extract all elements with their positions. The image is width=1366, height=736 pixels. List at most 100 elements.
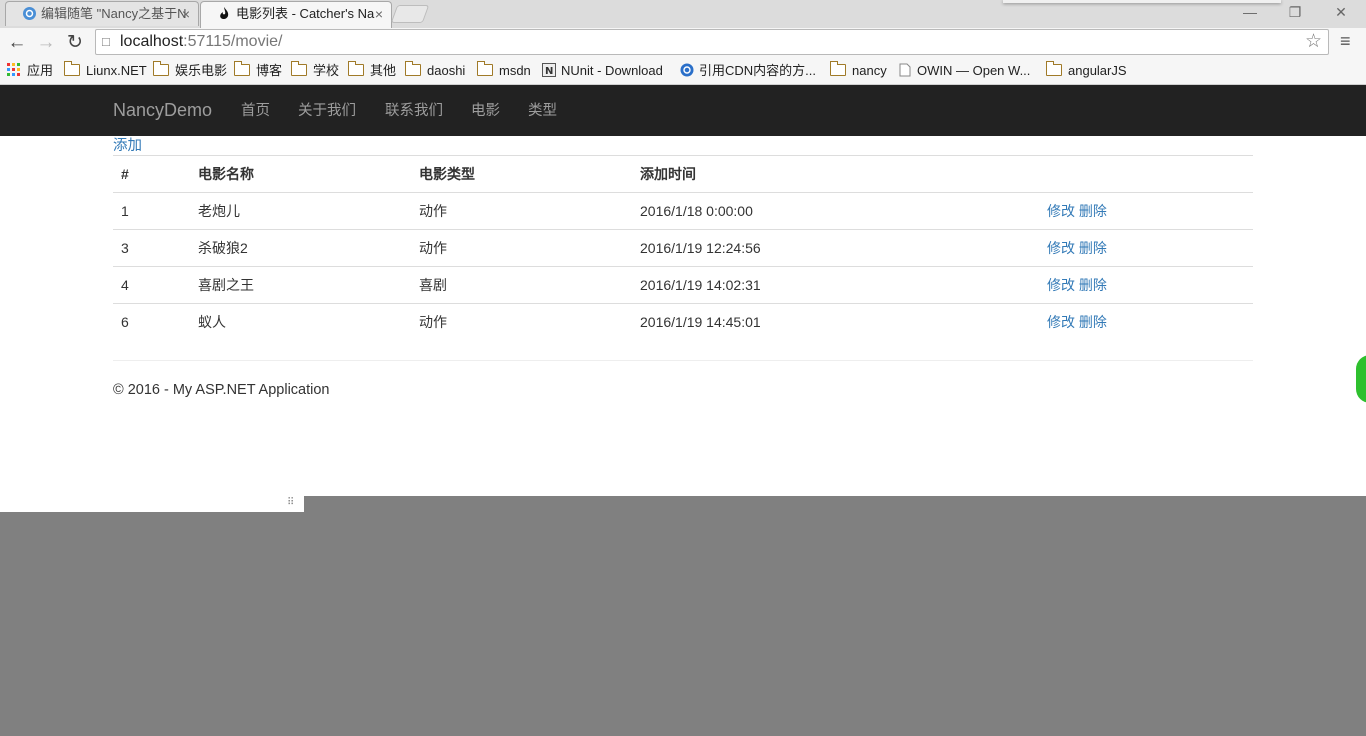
delete-link[interactable]: 删除 (1079, 314, 1107, 330)
site-brand[interactable]: NancyDemo (113, 100, 212, 120)
edit-link[interactable]: 修改 (1047, 277, 1075, 293)
bookmark-nunit[interactable]: N NUnit - Download (542, 62, 663, 79)
floating-widget[interactable] (1356, 355, 1366, 403)
restore-icon[interactable]: ❐ (1281, 4, 1309, 21)
table-row: 4 喜剧之王 喜剧 2016/1/19 14:02:31 修改 删除 (113, 266, 1253, 304)
bookmark-owin[interactable]: OWIN — Open W... (898, 62, 1030, 79)
footer-divider (113, 360, 1253, 361)
bookmark-msdn[interactable]: msdn (477, 61, 531, 79)
cell-id: 1 (113, 192, 190, 230)
cell-actions: 修改 删除 (1039, 266, 1253, 304)
folder-icon (153, 61, 169, 76)
bookmark-school[interactable]: 学校 (291, 61, 339, 79)
nav-contact[interactable]: 联系我们 (385, 101, 443, 121)
cell-id: 4 (113, 266, 190, 304)
cell-type: 动作 (411, 229, 632, 267)
reload-icon[interactable]: ↻ (63, 31, 87, 55)
bookmark-angularjs[interactable]: angularJS (1046, 61, 1127, 79)
folder-icon (830, 61, 846, 76)
page-content: NancyDemo 首页 关于我们 联系我们 电影 类型 添加 # 电影名称 电… (0, 85, 1366, 496)
bookmarks-bar: 应用 Liunx.NET 娱乐电影 博客 学校 其他 daoshi msdn N… (0, 58, 1366, 85)
table-row: 3 杀破狼2 动作 2016/1/19 12:24:56 修改 删除 (113, 229, 1253, 267)
delete-link[interactable]: 删除 (1079, 203, 1107, 219)
bookmark-entertainment[interactable]: 娱乐电影 (153, 61, 227, 79)
bookmark-cdn[interactable]: 引用CDN内容的方... (680, 62, 816, 79)
bookmark-star-icon[interactable]: ☆ (1305, 31, 1322, 53)
close-icon[interactable]: × (375, 2, 383, 26)
folder-icon (1046, 61, 1062, 76)
tab-movie-list[interactable]: 电影列表 - Catcher's Na × (200, 1, 392, 28)
folder-icon (348, 61, 364, 76)
edit-link[interactable]: 修改 (1047, 240, 1075, 256)
edit-link[interactable]: 修改 (1047, 314, 1075, 330)
new-tab-button[interactable] (390, 5, 430, 23)
cell-type: 动作 (419, 314, 447, 330)
cell-id: 3 (113, 229, 190, 267)
tab-edit-post[interactable]: 编辑随笔 "Nancy之基于N × (5, 1, 199, 26)
cell-time: 2016/1/19 14:02:31 (632, 266, 1039, 304)
cell-time: 2016/1/18 0:00:00 (632, 192, 1039, 230)
bookmark-daoshi[interactable]: daoshi (405, 61, 465, 79)
cell-time: 2016/1/19 14:45:01 (640, 314, 761, 330)
tab-title: 编辑随笔 "Nancy之基于N (41, 6, 187, 21)
nav-types[interactable]: 类型 (528, 101, 557, 121)
cell-type: 喜剧 (411, 266, 632, 304)
cell-type: 动作 (411, 192, 632, 230)
nav-movies[interactable]: 电影 (471, 101, 500, 121)
forward-icon[interactable]: → (34, 31, 58, 55)
back-icon[interactable]: ← (5, 31, 29, 55)
resize-grip-icon[interactable]: ⠿ (287, 497, 294, 508)
cell-name: 喜剧之王 (190, 266, 411, 304)
header-id: # (113, 155, 190, 193)
menu-icon[interactable]: ≡ (1340, 31, 1351, 52)
bookmark-blog[interactable]: 博客 (234, 61, 282, 79)
table-row: 1 老炮儿 动作 2016/1/18 0:00:00 修改 删除 (113, 192, 1253, 230)
header-type: 电影类型 (411, 155, 632, 193)
folder-icon (291, 61, 307, 76)
header-actions (1039, 155, 1253, 193)
cell-actions: 修改 删除 (1039, 192, 1253, 230)
minimize-icon[interactable]: — (1236, 4, 1264, 20)
delete-link[interactable]: 删除 (1079, 240, 1107, 256)
window-close-icon[interactable]: ✕ (1327, 4, 1355, 21)
site-navbar: NancyDemo 首页 关于我们 联系我们 电影 类型 (0, 85, 1366, 136)
close-icon[interactable]: × (182, 2, 190, 26)
flame-icon (217, 5, 232, 20)
add-movie-link[interactable]: 添加 (113, 136, 142, 156)
cell-time: 2016/1/19 12:24:56 (632, 229, 1039, 267)
folder-icon (234, 61, 250, 76)
resize-area: ⠿ (0, 496, 304, 512)
bookmark-linux-net[interactable]: Liunx.NET (64, 61, 147, 79)
bookmark-other[interactable]: 其他 (348, 61, 396, 79)
movie-table: # 电影名称 电影类型 添加时间 1 老炮儿 动作 2016/1/18 0:00… (113, 155, 1253, 340)
folder-icon (405, 61, 421, 76)
cell-id: 6 (121, 314, 129, 330)
folder-icon (64, 61, 80, 76)
popup-edge (1003, 0, 1281, 3)
bookmark-nancy[interactable]: nancy (830, 61, 887, 79)
browser-toolbar: ← → ↻ □ localhost:57115/movie/ ☆ ≡ (0, 28, 1366, 58)
header-time: 添加时间 (632, 155, 1039, 193)
tab-strip: 编辑随笔 "Nancy之基于N × 电影列表 - Catcher's Na × … (0, 0, 1366, 28)
apps-icon (7, 63, 20, 76)
address-bar[interactable]: □ localhost:57115/movie/ ☆ (95, 29, 1329, 55)
edit-link[interactable]: 修改 (1047, 203, 1075, 219)
bookmark-apps[interactable]: 应用 (7, 62, 53, 79)
blog-globe-icon (22, 5, 37, 20)
table-header-row: # 电影名称 电影类型 添加时间 (113, 155, 1253, 193)
nav-about[interactable]: 关于我们 (298, 101, 356, 121)
svg-text:N: N (545, 66, 553, 77)
page-icon: □ (102, 34, 110, 49)
page-icon (899, 63, 911, 77)
globe-icon (680, 63, 694, 77)
delete-link[interactable]: 删除 (1079, 277, 1107, 293)
table-row: 6 蚁人 动作 2016/1/19 14:45:01 修改 删除 (113, 304, 1253, 341)
header-name: 电影名称 (190, 155, 411, 193)
footer-text: © 2016 - My ASP.NET Application (113, 382, 330, 398)
cell-name: 老炮儿 (190, 192, 411, 230)
address-url[interactable]: localhost:57115/movie/ (120, 32, 282, 52)
cell-actions: 修改 删除 (1039, 304, 1253, 341)
nav-home[interactable]: 首页 (241, 101, 270, 121)
folder-icon (477, 61, 493, 76)
cell-name: 蚁人 (198, 314, 226, 330)
